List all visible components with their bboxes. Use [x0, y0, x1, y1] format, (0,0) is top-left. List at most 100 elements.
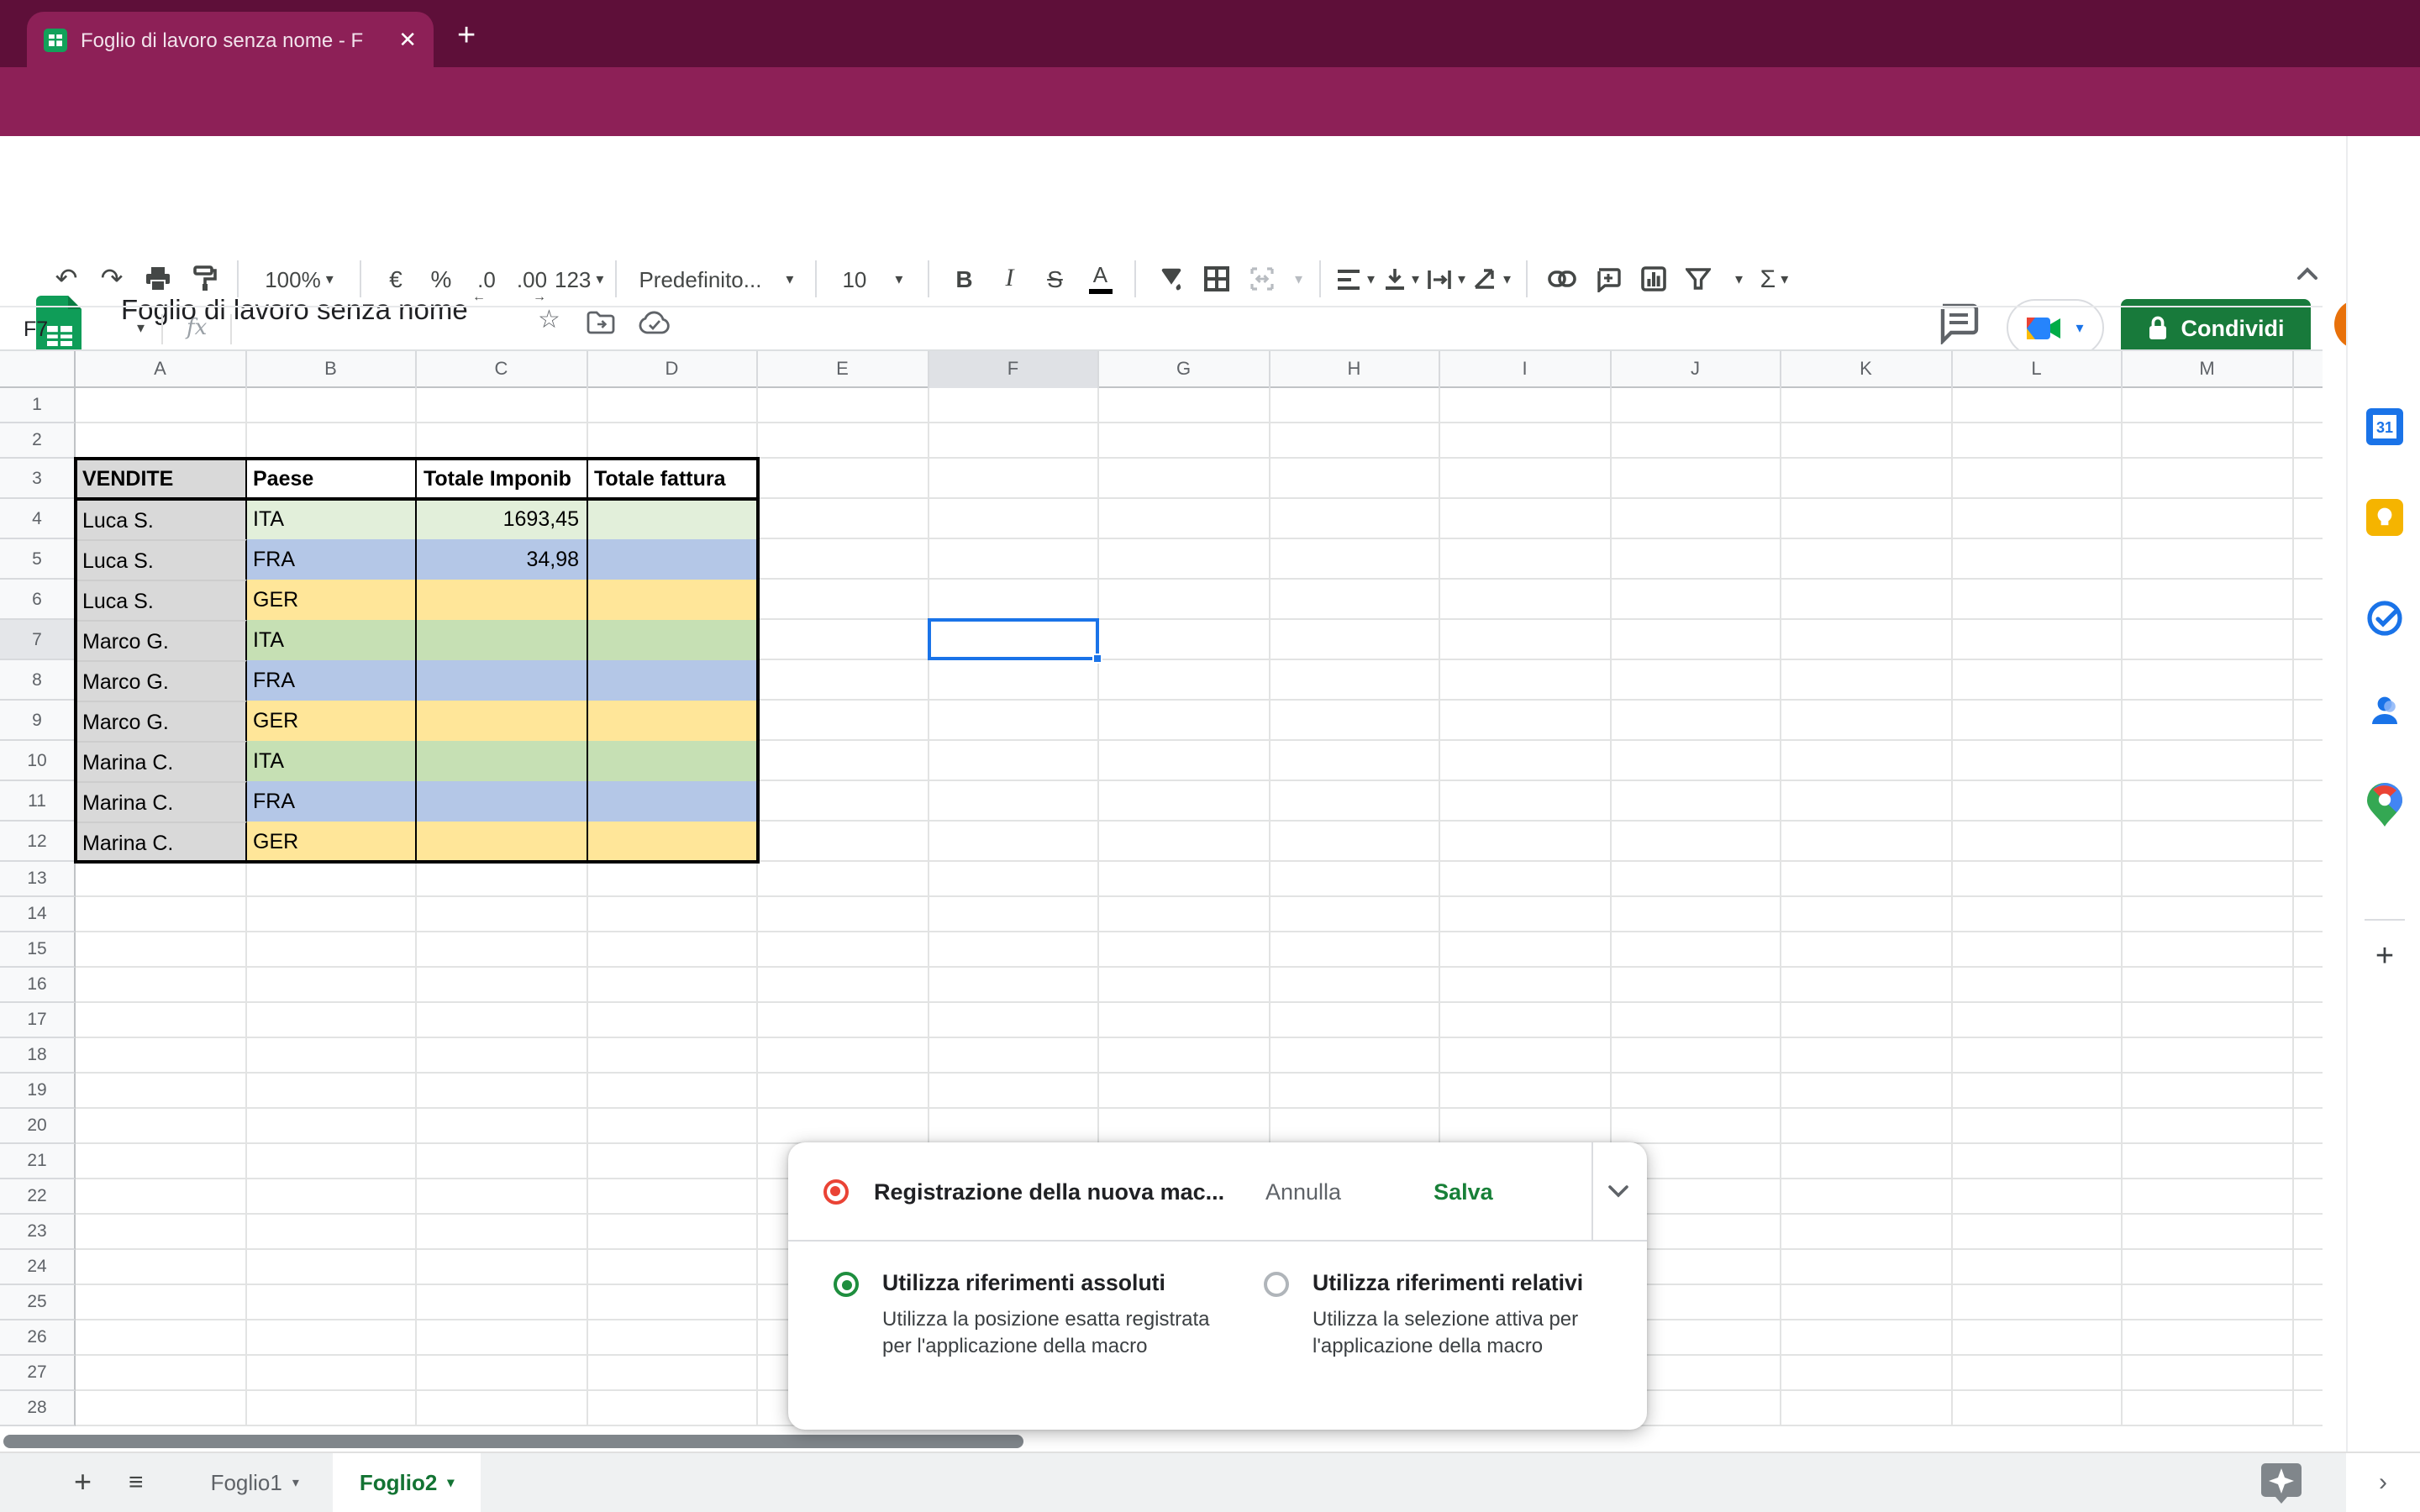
undo-button[interactable]: ↶	[44, 255, 89, 302]
cell-name[interactable]: Marco G.	[76, 660, 246, 701]
sheet-tab-dropdown-icon[interactable]: ▾	[447, 1475, 454, 1490]
fill-handle[interactable]	[1092, 654, 1102, 664]
explore-icon[interactable]	[2259, 1460, 2304, 1505]
paint-format-button[interactable]	[180, 255, 225, 302]
tab-close-icon[interactable]: ✕	[398, 29, 417, 50]
column-header-D[interactable]: D	[587, 351, 758, 388]
increase-decimals-button[interactable]: .00→	[509, 255, 555, 302]
sheet-tab-foglio1[interactable]: Foglio1 ▾	[184, 1452, 326, 1512]
table-header-cell[interactable]: VENDITE	[76, 459, 246, 499]
sheet-tab-dropdown-icon[interactable]: ▾	[292, 1475, 299, 1490]
sheet-tab-foglio2[interactable]: Foglio2 ▾	[333, 1452, 481, 1512]
cell-country[interactable]: GER	[246, 701, 417, 741]
cell-name[interactable]: Marina C.	[76, 741, 246, 781]
column-header-K[interactable]: K	[1781, 351, 1952, 388]
contacts-icon[interactable]	[2363, 689, 2407, 732]
vertical-align-button[interactable]: ▾	[1378, 255, 1423, 302]
cell-country[interactable]: FRA	[246, 539, 417, 580]
cell-fattura[interactable]	[587, 499, 758, 539]
row-header-25[interactable]: 25	[0, 1285, 76, 1320]
macro-save-button[interactable]: Salva	[1434, 1179, 1493, 1204]
cell-fattura[interactable]	[587, 741, 758, 781]
column-header-C[interactable]: C	[417, 351, 587, 388]
row-header-26[interactable]: 26	[0, 1320, 76, 1356]
radio-selected-icon[interactable]	[834, 1272, 859, 1297]
row-header-7[interactable]: 7	[0, 620, 76, 660]
row-header-12[interactable]: 12	[0, 822, 76, 862]
cell-imponibile[interactable]	[417, 741, 587, 781]
collapse-dialog-icon[interactable]	[1607, 1179, 1630, 1203]
create-filter-button[interactable]	[1676, 255, 1721, 302]
cell-imponibile[interactable]	[417, 660, 587, 701]
cell-country[interactable]: ITA	[246, 499, 417, 539]
all-sheets-menu-icon[interactable]: ≡	[129, 1468, 144, 1497]
column-header-B[interactable]: B	[246, 351, 417, 388]
insert-chart-button[interactable]	[1630, 255, 1676, 302]
cell-name[interactable]: Marina C.	[76, 781, 246, 822]
column-header-L[interactable]: L	[1952, 351, 2123, 388]
insert-link-button[interactable]	[1539, 255, 1585, 302]
cell-fattura[interactable]	[587, 580, 758, 620]
text-color-button[interactable]: A	[1077, 255, 1123, 302]
text-rotation-button[interactable]: ▾	[1469, 255, 1514, 302]
row-header-13[interactable]: 13	[0, 862, 76, 897]
cell-country[interactable]: ITA	[246, 620, 417, 660]
get-addons-button[interactable]: +	[2363, 936, 2407, 979]
calendar-icon[interactable]: 31	[2363, 405, 2407, 449]
horizontal-align-button[interactable]: ▾	[1333, 255, 1378, 302]
row-header-4[interactable]: 4	[0, 499, 76, 539]
cell-country[interactable]: GER	[246, 822, 417, 862]
cell-imponibile[interactable]	[417, 620, 587, 660]
table-header-cell[interactable]: Paese	[246, 459, 417, 499]
cell-country[interactable]: FRA	[246, 781, 417, 822]
row-header-28[interactable]: 28	[0, 1391, 76, 1426]
table-header-cell[interactable]: Totale Imponib	[417, 459, 587, 499]
cell-imponibile[interactable]: 34,98	[417, 539, 587, 580]
filter-views-dropdown[interactable]: ▾	[1721, 255, 1751, 302]
format-percent-button[interactable]: %	[418, 255, 464, 302]
row-header-20[interactable]: 20	[0, 1109, 76, 1144]
selected-cell[interactable]	[927, 618, 1099, 660]
cell-imponibile[interactable]	[417, 580, 587, 620]
browser-tab[interactable]: Foglio di lavoro senza nome - F ✕	[27, 12, 434, 67]
column-header-M[interactable]: M	[2123, 351, 2293, 388]
column-header-H[interactable]: H	[1270, 351, 1440, 388]
maps-icon[interactable]	[2363, 783, 2407, 827]
cell-imponibile[interactable]	[417, 822, 587, 862]
cell-country[interactable]: FRA	[246, 660, 417, 701]
row-header-5[interactable]: 5	[0, 539, 76, 580]
tasks-icon[interactable]	[2363, 596, 2407, 640]
row-header-11[interactable]: 11	[0, 781, 76, 822]
row-header-10[interactable]: 10	[0, 741, 76, 781]
row-header-6[interactable]: 6	[0, 580, 76, 620]
radio-unselected-icon[interactable]	[1264, 1272, 1289, 1297]
format-currency-button[interactable]: €	[373, 255, 418, 302]
add-sheet-button[interactable]: +	[74, 1465, 92, 1500]
row-header-18[interactable]: 18	[0, 1038, 76, 1074]
cell-country[interactable]: GER	[246, 580, 417, 620]
cell-fattura[interactable]	[587, 781, 758, 822]
functions-button[interactable]: Σ▾	[1751, 255, 1797, 302]
cell-imponibile[interactable]	[417, 781, 587, 822]
table-header-cell[interactable]: Totale fattura	[587, 459, 758, 499]
font-size-select[interactable]: 10▾	[829, 255, 916, 302]
column-header-G[interactable]: G	[1099, 351, 1270, 388]
cell-name[interactable]: Luca S.	[76, 539, 246, 580]
strikethrough-button[interactable]: S	[1032, 255, 1077, 302]
font-select[interactable]: Predefinito...▾	[629, 255, 803, 302]
column-header-A[interactable]: A	[76, 351, 246, 388]
keep-icon[interactable]	[2363, 496, 2407, 539]
borders-button[interactable]	[1193, 255, 1239, 302]
cell-fattura[interactable]	[587, 539, 758, 580]
merge-dropdown[interactable]: ▾	[1284, 255, 1307, 302]
row-header-24[interactable]: 24	[0, 1250, 76, 1285]
cell-name[interactable]: Marina C.	[76, 822, 246, 862]
italic-button[interactable]: I	[986, 255, 1032, 302]
row-header-17[interactable]: 17	[0, 1003, 76, 1038]
column-header-I[interactable]: I	[1440, 351, 1611, 388]
row-header-19[interactable]: 19	[0, 1074, 76, 1109]
row-header-21[interactable]: 21	[0, 1144, 76, 1179]
row-header-9[interactable]: 9	[0, 701, 76, 741]
bold-button[interactable]: B	[941, 255, 986, 302]
horizontal-scrollbar-thumb[interactable]	[3, 1434, 1023, 1447]
